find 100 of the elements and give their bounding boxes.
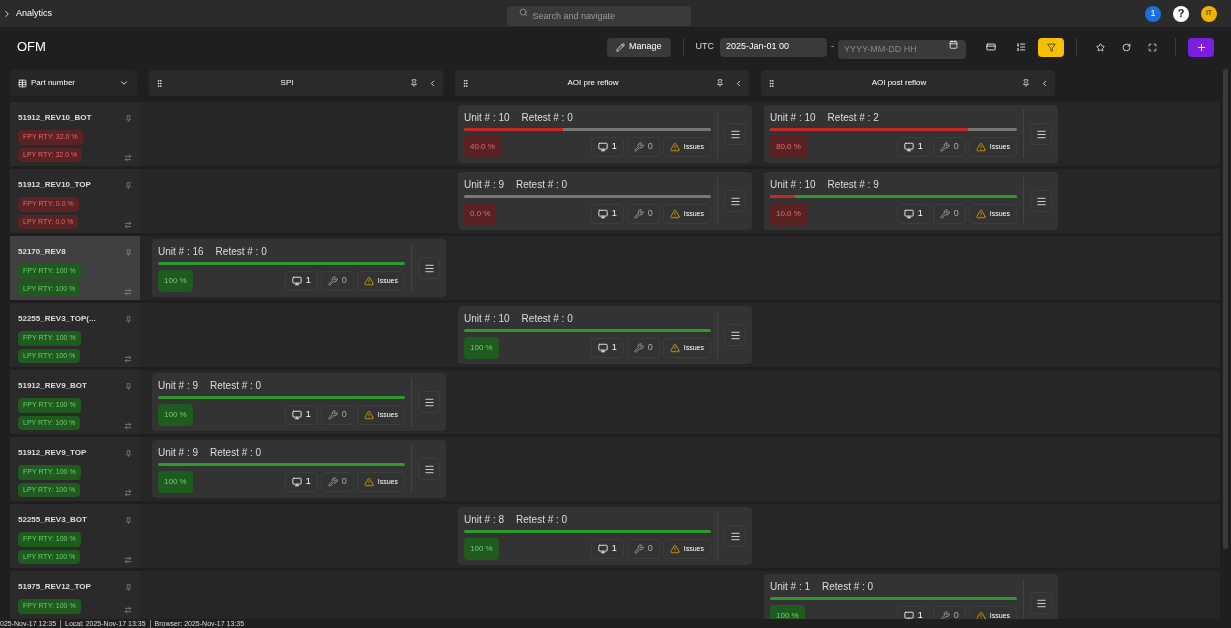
repairs-button[interactable]: 0	[320, 472, 354, 492]
menu-icon	[423, 463, 435, 475]
unit-count: Unit # : 10	[770, 178, 816, 192]
yield-badge: 0.0 %	[464, 203, 497, 225]
yield-badge: 100 %	[158, 270, 193, 292]
wrench-icon	[633, 209, 644, 219]
wrench-icon	[939, 209, 950, 219]
list-icon	[1016, 42, 1026, 52]
part-name: 52170_REV8	[18, 246, 67, 258]
menu-button[interactable]	[724, 525, 746, 547]
menu-button[interactable]	[418, 257, 440, 279]
unit-count: Unit # : 9	[158, 446, 199, 460]
stations-button[interactable]: 1	[590, 338, 624, 358]
stations-button[interactable]: 1	[896, 204, 930, 224]
menu-button[interactable]	[724, 123, 746, 145]
notification-badge[interactable]: 1	[1145, 5, 1161, 22]
monitor-icon	[903, 142, 914, 152]
pin-icon	[125, 315, 132, 323]
repairs-button[interactable]: 0	[932, 137, 966, 157]
yield-badge: 100 %	[158, 404, 193, 426]
warning-icon	[975, 209, 986, 219]
stations-button[interactable]: 1	[590, 539, 624, 559]
calendar-icon[interactable]	[949, 40, 958, 49]
repairs-button[interactable]: 0	[626, 539, 660, 559]
menu-icon	[1035, 195, 1047, 207]
collapse-icon	[428, 78, 437, 88]
yield-badge: 100 %	[464, 337, 499, 359]
scrollbar[interactable]	[1223, 69, 1228, 549]
table-icon	[18, 78, 27, 88]
warning-icon	[669, 142, 680, 152]
pin-icon	[716, 79, 724, 87]
help-button[interactable]: ?	[1173, 5, 1189, 22]
fullscreen-icon	[1147, 42, 1157, 52]
swap-icon	[124, 221, 132, 229]
collapse-icon	[1040, 78, 1049, 88]
menu-button[interactable]	[1030, 123, 1052, 145]
menu-icon	[1035, 597, 1047, 609]
warning-icon	[363, 410, 374, 420]
retest-count: Retest # : 0	[521, 111, 573, 125]
unit-count: Unit # : 16	[158, 245, 204, 259]
stage-title: AOI post reflow	[870, 77, 928, 89]
repairs-button[interactable]: 0	[626, 338, 660, 358]
filter-button[interactable]	[1038, 37, 1064, 57]
search-icon	[518, 7, 528, 17]
stations-button[interactable]: 1	[896, 137, 930, 157]
retest-count: Retest # : 0	[822, 580, 874, 594]
stations-button[interactable]: 1	[590, 137, 624, 157]
drag-handle-icon	[155, 78, 164, 88]
menu-button[interactable]	[418, 458, 440, 480]
yield-badge: 100 %	[770, 605, 805, 619]
menu-button[interactable]	[724, 324, 746, 346]
stations-button[interactable]: 1	[284, 472, 318, 492]
chevron-icon	[2, 8, 12, 19]
stations-button[interactable]: 1	[284, 271, 318, 291]
stage-title: AOI pre reflow	[566, 77, 620, 89]
menu-icon	[729, 195, 741, 207]
warning-icon	[363, 276, 374, 286]
repairs-button[interactable]: 0	[320, 271, 354, 291]
repairs-button[interactable]: 0	[626, 137, 660, 157]
manage-button[interactable]: Manage	[606, 37, 671, 57]
yield-badge: 40.0 %	[464, 136, 501, 158]
date-to-field[interactable]: YYYY-MM-DD HH	[838, 39, 966, 59]
pin-icon	[125, 449, 132, 457]
unit-count: Unit # : 10	[464, 111, 510, 125]
repairs-button[interactable]: 0	[320, 405, 354, 425]
date-from-field[interactable]: 2025-Jan-01 00	[720, 37, 827, 57]
warning-icon	[669, 343, 680, 353]
caret-icon	[119, 78, 129, 88]
wrench-icon	[327, 477, 338, 487]
swap-icon	[124, 556, 132, 564]
monitor-icon	[291, 410, 302, 420]
pin-icon	[125, 114, 132, 122]
monitor-icon	[291, 276, 302, 286]
pin-icon	[125, 382, 132, 390]
swap-icon	[124, 355, 132, 363]
timezone-label: UTC	[695, 40, 714, 54]
swap-icon	[124, 422, 132, 430]
refresh-icon	[1121, 42, 1131, 52]
search-field[interactable]: Search and navigate	[506, 5, 691, 26]
pin-icon	[1022, 79, 1030, 87]
monitor-icon	[597, 209, 608, 219]
breadcrumb[interactable]: Analytics	[16, 6, 52, 21]
unit-count: Unit # : 9	[158, 379, 199, 393]
stations-button[interactable]: 1	[590, 204, 624, 224]
monitor-icon	[903, 209, 914, 219]
pin-icon	[125, 248, 132, 256]
menu-button[interactable]	[724, 190, 746, 212]
part-number-header[interactable]: Part number	[10, 70, 137, 96]
stations-button[interactable]: 1	[284, 405, 318, 425]
repairs-button[interactable]: 0	[932, 204, 966, 224]
pin-icon	[125, 181, 132, 189]
menu-button[interactable]	[1030, 190, 1052, 212]
menu-button[interactable]	[418, 391, 440, 413]
part-name: 51975_REV12_TOP	[18, 581, 92, 593]
menu-button[interactable]	[1030, 592, 1052, 614]
warning-icon	[975, 142, 986, 152]
add-button[interactable]	[1188, 37, 1214, 57]
repairs-button[interactable]: 0	[626, 204, 660, 224]
retest-count: Retest # : 0	[516, 513, 568, 527]
yield-badge: 100 %	[464, 538, 499, 560]
